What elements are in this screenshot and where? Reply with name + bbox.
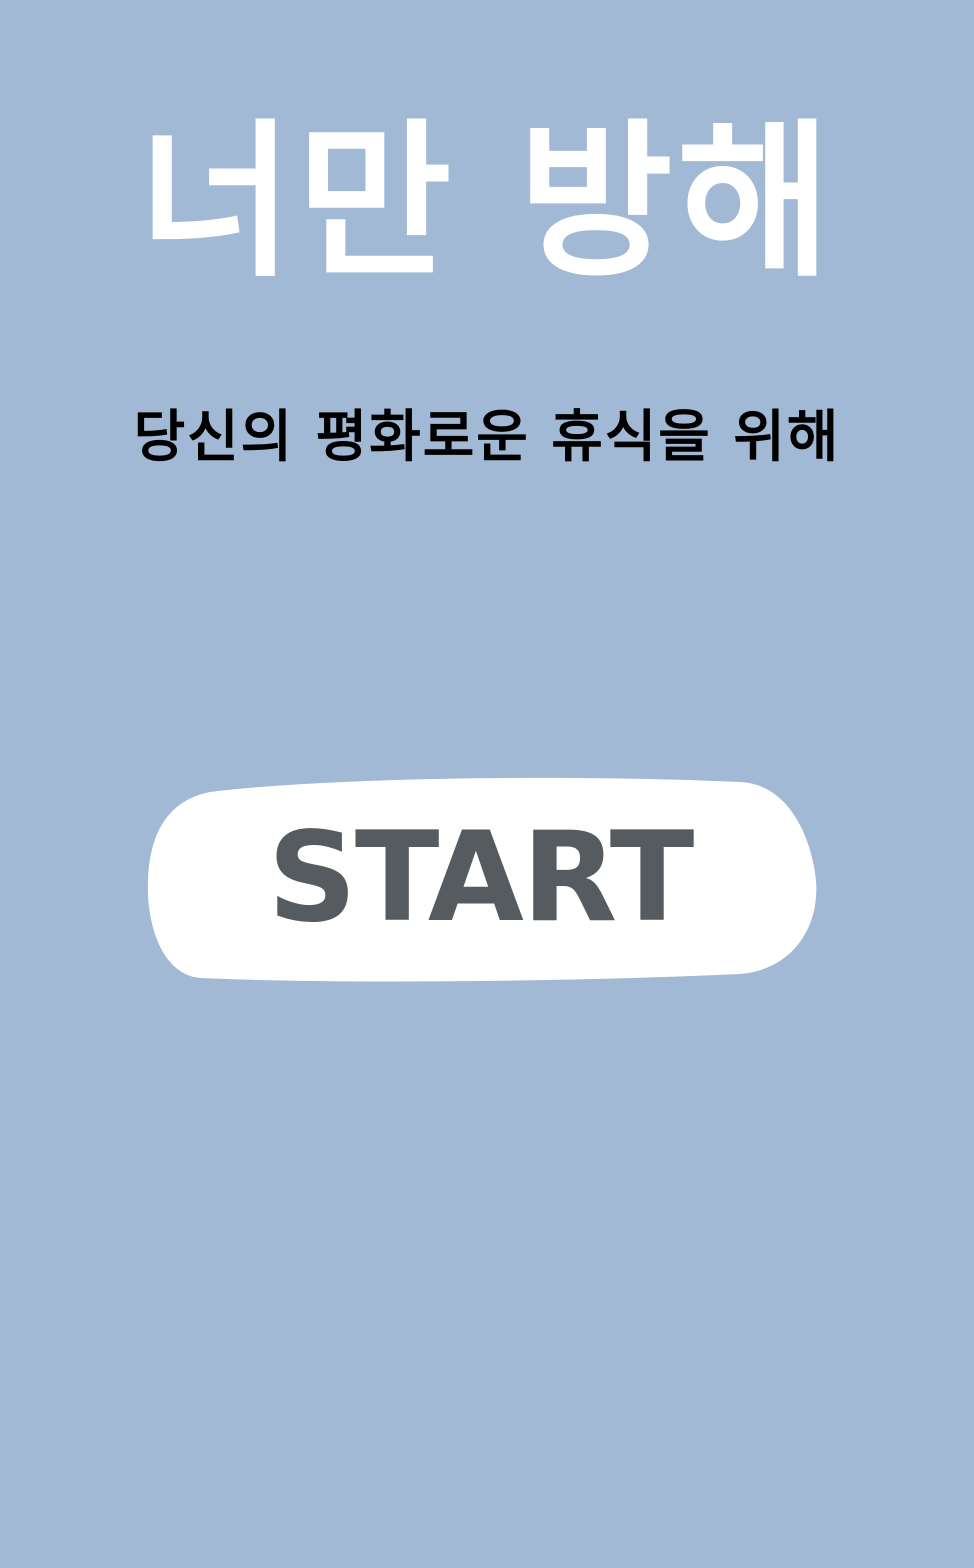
- start-button[interactable]: START: [140, 770, 820, 988]
- game-title: 너만 방해: [138, 104, 836, 300]
- title-screen: 너만 방해 당신의 평화로운 휴식을 위해 START: [0, 0, 974, 1568]
- start-button-label: START: [267, 806, 695, 950]
- game-subtitle: 당신의 평화로운 휴식을 위해: [133, 405, 841, 470]
